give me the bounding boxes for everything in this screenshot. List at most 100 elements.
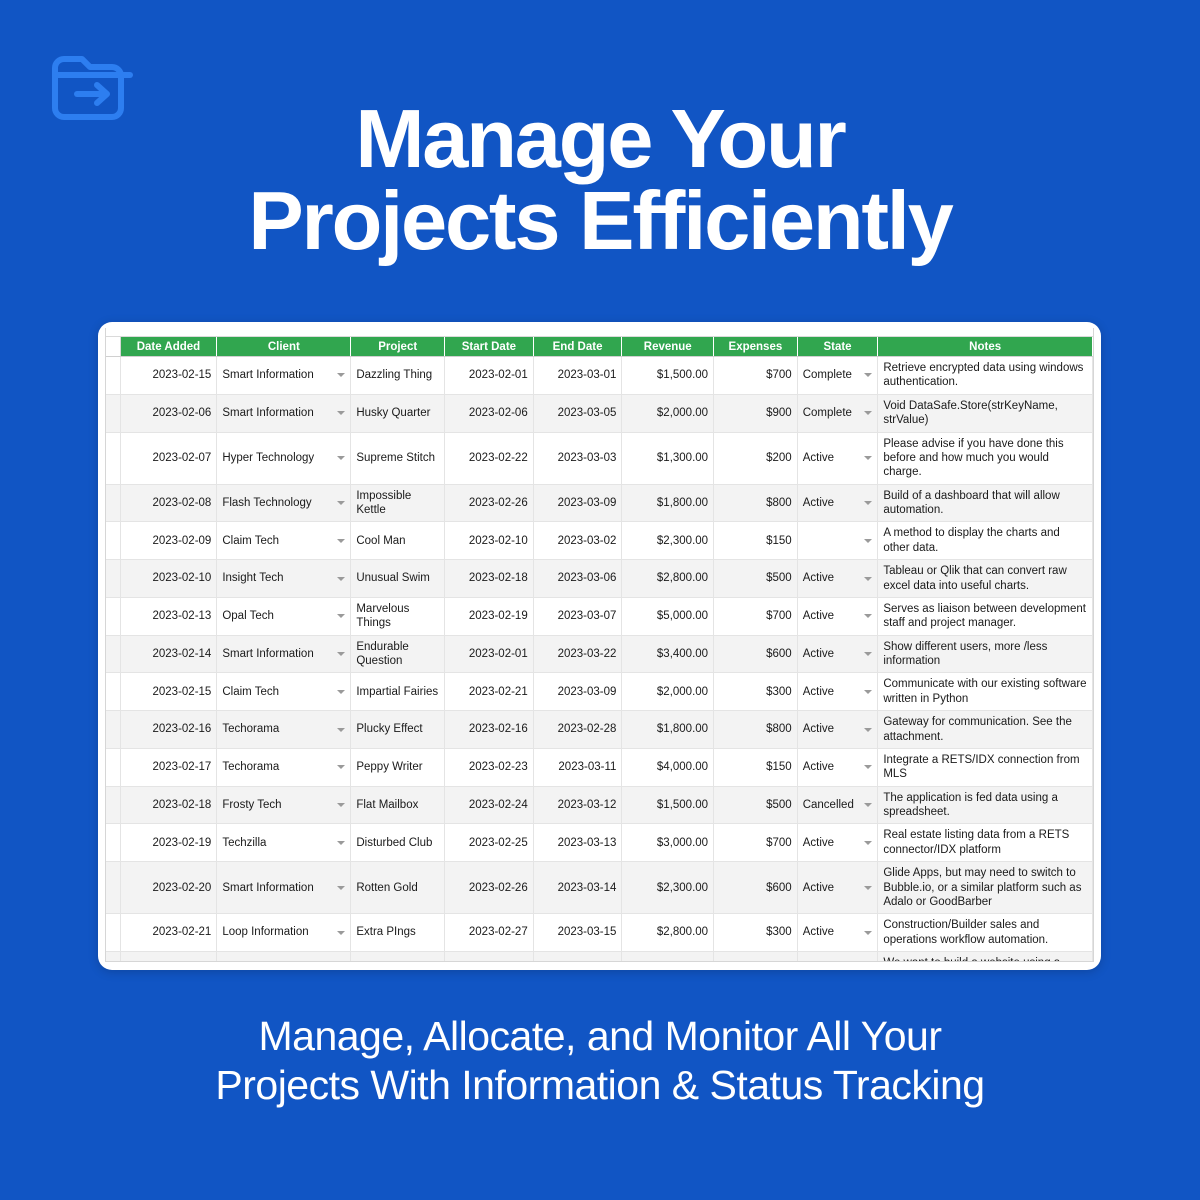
cell-start-date[interactable]: 2023-02-26: [444, 861, 534, 915]
table-row[interactable]: 2023-02-16 Techorama Plucky Effect 2023-02-…: [106, 710, 1093, 749]
row-gutter-cell[interactable]: [106, 823, 121, 863]
row-gutter-cell[interactable]: [106, 597, 121, 636]
cell-date-added[interactable]: 2023-02-08: [120, 484, 218, 523]
cell-start-date[interactable]: 2023-02-23: [444, 748, 534, 787]
cell-client[interactable]: Smart Information: [216, 861, 352, 915]
cell-date-added[interactable]: 2023-02-10: [120, 559, 218, 598]
cell-notes[interactable]: Show different users, more /less informa…: [877, 635, 1093, 674]
cell-project[interactable]: Unusual Swim: [350, 559, 446, 598]
chevron-down-icon[interactable]: [337, 765, 346, 770]
chevron-down-icon[interactable]: [337, 411, 346, 416]
column-header-expenses[interactable]: Expenses: [713, 337, 798, 357]
cell-revenue[interactable]: $5,000.00: [621, 951, 715, 961]
row-gutter-cell[interactable]: [106, 748, 121, 787]
chevron-down-icon[interactable]: [337, 501, 346, 505]
cell-project[interactable]: Dazzling Thing: [350, 356, 446, 395]
cell-date-added[interactable]: 2023-02-06: [120, 394, 218, 433]
cell-project[interactable]: Plucky Effect: [350, 710, 446, 749]
cell-expenses[interactable]: $300: [713, 913, 798, 952]
column-header-date-added[interactable]: Date Added: [120, 337, 218, 357]
chevron-down-icon[interactable]: [337, 727, 346, 732]
chevron-down-icon[interactable]: [864, 373, 873, 378]
cell-state[interactable]: Active: [797, 672, 879, 712]
cell-end-date[interactable]: 2023-03-02: [533, 521, 623, 561]
cell-start-date[interactable]: 2023-02-01: [444, 356, 534, 395]
table-row[interactable]: 2023-02-06 Smart Information Husky Quarter…: [106, 394, 1093, 433]
table-row[interactable]: 2023-02-13 Opal Tech Marvelous Things 2023-…: [106, 597, 1093, 636]
cell-project[interactable]: Peppy Writer: [350, 748, 446, 787]
cell-notes[interactable]: A method to display the charts and other…: [877, 521, 1093, 561]
cell-project[interactable]: Defiant Fang: [350, 951, 446, 961]
cell-notes[interactable]: Communicate with our existing software w…: [877, 672, 1093, 712]
cell-expenses[interactable]: $500: [713, 786, 798, 825]
chevron-down-icon[interactable]: [864, 614, 873, 619]
cell-date-added[interactable]: 2023-02-17: [120, 748, 218, 787]
column-header-start-date[interactable]: Start Date: [444, 337, 534, 357]
cell-revenue[interactable]: $2,000.00: [621, 394, 715, 433]
chevron-down-icon[interactable]: [337, 576, 346, 581]
chevron-down-icon[interactable]: [864, 885, 873, 890]
cell-revenue[interactable]: $4,000.00: [621, 748, 715, 787]
cell-end-date[interactable]: 2023-03-16: [533, 951, 623, 961]
cell-client[interactable]: Smart Information: [216, 635, 352, 674]
chevron-down-icon[interactable]: [864, 840, 873, 845]
cell-project[interactable]: Marvelous Things: [350, 597, 446, 636]
cell-state[interactable]: Active: [797, 710, 879, 749]
cell-state[interactable]: [797, 521, 879, 561]
chevron-down-icon[interactable]: [337, 803, 346, 807]
cell-expenses[interactable]: $300: [713, 672, 798, 712]
cell-notes[interactable]: Retrieve encrypted data using windows au…: [877, 356, 1093, 395]
cell-expenses[interactable]: $900: [713, 394, 798, 433]
chevron-down-icon[interactable]: [864, 803, 873, 807]
chevron-down-icon[interactable]: [337, 652, 346, 656]
cell-end-date[interactable]: 2023-03-11: [533, 748, 623, 787]
cell-notes[interactable]: Serves as liaison between development st…: [877, 597, 1093, 636]
chevron-down-icon[interactable]: [864, 538, 873, 543]
cell-project[interactable]: Impartial Fairies: [350, 672, 446, 712]
chevron-down-icon[interactable]: [337, 373, 346, 378]
cell-state[interactable]: Active: [797, 559, 879, 598]
cell-revenue[interactable]: $2,800.00: [621, 913, 715, 952]
cell-start-date[interactable]: 2023-02-27: [444, 913, 534, 952]
cell-expenses[interactable]: $700: [713, 823, 798, 863]
cell-start-date[interactable]: 2023-02-18: [444, 559, 534, 598]
cell-client[interactable]: Loop Information: [216, 913, 352, 952]
cell-end-date[interactable]: 2023-03-12: [533, 786, 623, 825]
chevron-down-icon[interactable]: [337, 930, 346, 935]
cell-notes[interactable]: We want to build a website using a React…: [877, 951, 1093, 961]
cell-start-date[interactable]: 2023-02-21: [444, 672, 534, 712]
chevron-down-icon[interactable]: [337, 538, 346, 543]
cell-state[interactable]: Cancelled: [797, 786, 879, 825]
cell-state[interactable]: Active: [797, 432, 879, 485]
cell-notes[interactable]: Real estate listing data from a RETS con…: [877, 823, 1093, 863]
cell-state[interactable]: Active: [797, 597, 879, 636]
cell-state[interactable]: Active: [797, 635, 879, 674]
row-gutter-cell[interactable]: [106, 394, 121, 433]
row-gutter-cell[interactable]: [106, 913, 121, 952]
chevron-down-icon[interactable]: [864, 501, 873, 505]
row-gutter-cell[interactable]: [106, 521, 121, 561]
cell-revenue[interactable]: $2,300.00: [621, 861, 715, 915]
cell-project[interactable]: Cool Man: [350, 521, 446, 561]
cell-date-added[interactable]: 2023-02-15: [120, 356, 218, 395]
cell-state[interactable]: Active: [797, 484, 879, 523]
cell-end-date[interactable]: 2023-03-01: [533, 356, 623, 395]
chevron-down-icon[interactable]: [864, 689, 873, 694]
cell-date-added[interactable]: 2023-02-18: [120, 786, 218, 825]
cell-date-added[interactable]: 2023-02-22: [120, 951, 218, 961]
cell-revenue[interactable]: $2,000.00: [621, 672, 715, 712]
cell-notes[interactable]: Glide Apps, but may need to switch to Bu…: [877, 861, 1093, 915]
cell-revenue[interactable]: $1,800.00: [621, 484, 715, 523]
cell-expenses[interactable]: $150: [713, 748, 798, 787]
column-header-notes[interactable]: Notes: [877, 337, 1093, 357]
cell-expenses[interactable]: $700: [713, 597, 798, 636]
chevron-down-icon[interactable]: [864, 456, 873, 461]
cell-end-date[interactable]: 2023-03-09: [533, 484, 623, 523]
cell-client[interactable]: Techorama: [216, 710, 352, 749]
cell-client[interactable]: Smart Information: [216, 394, 352, 433]
cell-client[interactable]: Claim Tech: [216, 672, 352, 712]
table-row[interactable]: 2023-02-18 Frosty Tech Flat Mailbox 2023-02…: [106, 786, 1093, 825]
cell-date-added[interactable]: 2023-02-07: [120, 432, 218, 485]
cell-client[interactable]: Core Technology: [216, 951, 352, 961]
cell-start-date[interactable]: 2023-02-24: [444, 786, 534, 825]
